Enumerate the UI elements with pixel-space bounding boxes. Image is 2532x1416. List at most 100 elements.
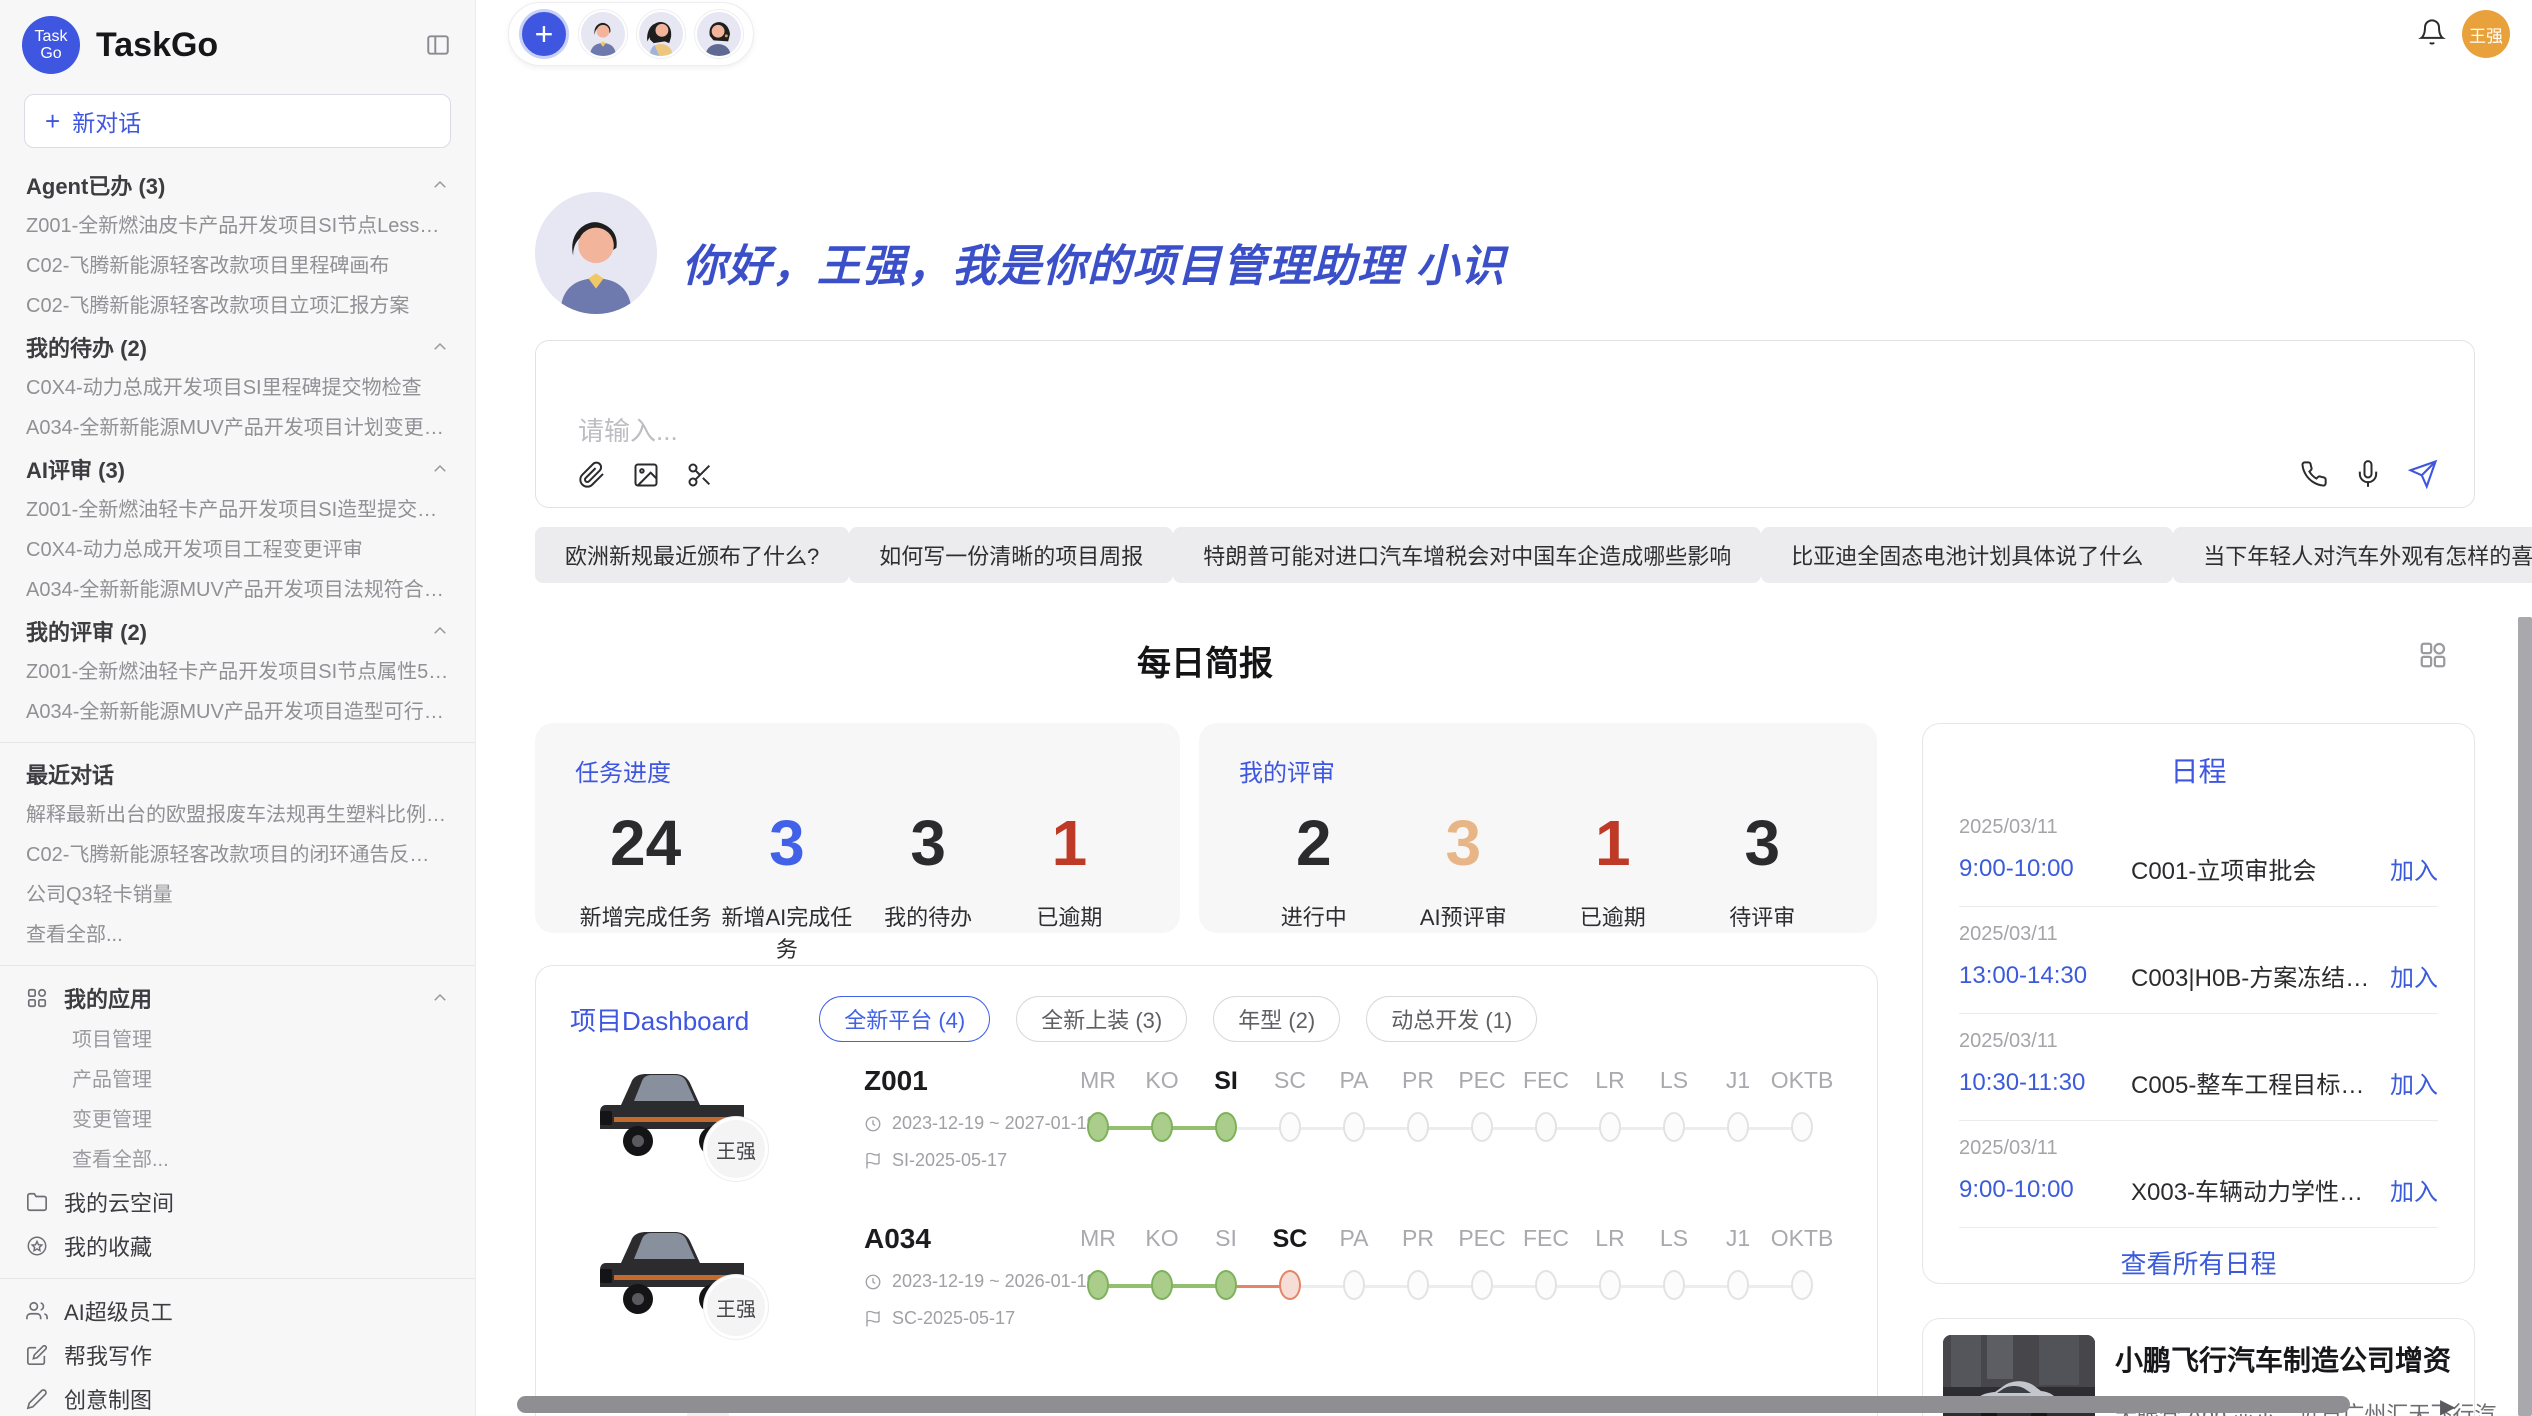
section-header-recent: 最近对话 <box>0 753 475 795</box>
view-all-link[interactable]: 查看全部... <box>0 1140 475 1180</box>
stat: 1 已逾期 <box>999 806 1140 964</box>
section-title: Agent已办 (3) <box>26 169 165 201</box>
section-title: 我的待办 (2) <box>26 331 147 363</box>
sidebar-subitem-product-mgmt[interactable]: 产品管理 <box>0 1060 475 1100</box>
section-header-agent-done[interactable]: Agent已办 (3) <box>0 164 475 206</box>
team-avatars-bar: + <box>508 2 754 66</box>
divider <box>0 742 475 743</box>
stat-value: 3 <box>1389 806 1539 880</box>
schedule-date: 2025/03/11 <box>1959 1137 2438 1160</box>
user-avatar[interactable]: 王强 <box>2462 10 2510 58</box>
section-header-my-review[interactable]: 我的评审 (2) <box>0 610 475 652</box>
scroll-right-arrow[interactable]: ▶ <box>2440 1394 2455 1416</box>
send-icon[interactable] <box>2408 459 2438 489</box>
new-chat-button[interactable]: + 新对话 <box>24 94 451 148</box>
list-item[interactable]: Z001-全新燃油轻卡产品开发项目SI节点属性5D文件评审 <box>0 652 475 692</box>
list-item[interactable]: A034-全新新能源MUV产品开发项目造型可行性评审 <box>0 692 475 732</box>
milestone-label: LS <box>1642 1225 1706 1254</box>
card-title: 任务进度 <box>575 753 1140 788</box>
milestone-dot <box>1791 1270 1813 1300</box>
view-all-link[interactable]: 查看全部... <box>0 915 475 955</box>
section-title: AI评审 (3) <box>26 453 125 485</box>
sidebar-subitem-project-mgmt[interactable]: 项目管理 <box>0 1020 475 1060</box>
milestone-label: LS <box>1642 1067 1706 1096</box>
list-item[interactable]: C02-飞腾新能源轻客改款项目里程碑画布 <box>0 246 475 286</box>
filter-pill[interactable]: 全新平台 (4) <box>819 996 990 1042</box>
filter-pill[interactable]: 年型 (2) <box>1213 996 1340 1042</box>
sidebar-item-label: 我的应用 <box>64 982 152 1014</box>
sidebar-collapse-icon[interactable] <box>425 32 451 58</box>
milestone-dot-overdue <box>1279 1270 1301 1300</box>
suggestion-chip[interactable]: 比亚迪全固态电池计划具体说了什么 <box>1761 527 2173 583</box>
filter-pill[interactable]: 动总开发 (1) <box>1366 996 1537 1042</box>
microphone-icon[interactable] <box>2354 460 2382 488</box>
list-item[interactable]: A034-全新新能源MUV产品开发项目计划变更表编写 <box>0 408 475 448</box>
list-item[interactable]: Z001-全新燃油轻卡产品开发项目SI造型提交物评审 <box>0 490 475 530</box>
vertical-scrollbar[interactable] <box>2518 617 2532 1416</box>
input-placeholder: 请输入... <box>578 411 678 448</box>
milestone-timeline: MR KO SI SC PA PR PEC FEC LR LS J1 OKTB <box>1066 1067 1834 1146</box>
horizontal-scrollbar[interactable] <box>517 1396 2350 1413</box>
section-header-ai-review[interactable]: AI评审 (3) <box>0 448 475 490</box>
notification-bell-icon[interactable] <box>2418 18 2446 46</box>
list-item[interactable]: A034-全新新能源MUV产品开发项目法规符合性评审 <box>0 570 475 610</box>
join-link[interactable]: 加入 <box>2390 1065 2438 1100</box>
milestone-label: MR <box>1066 1067 1130 1096</box>
attachment-icon[interactable] <box>578 461 606 489</box>
join-link[interactable]: 加入 <box>2390 1172 2438 1207</box>
sidebar-item-cloud-space[interactable]: 我的云空间 <box>0 1180 475 1224</box>
suggestion-chip[interactable]: 欧洲新规最近颁布了什么? <box>535 527 849 583</box>
join-link[interactable]: 加入 <box>2390 851 2438 886</box>
stat: 3 AI预评审 <box>1389 806 1539 932</box>
list-item[interactable]: 解释最新出台的欧盟报废车法规再生塑料比例被调至15%... <box>0 795 475 835</box>
sidebar-item-my-apps[interactable]: 我的应用 <box>0 976 475 1020</box>
milestone-label: OKTB <box>1770 1225 1834 1254</box>
sidebar-item-favorites[interactable]: 我的收藏 <box>0 1224 475 1268</box>
suggestion-chip[interactable]: 特朗普可能对进口汽车增税会对中国车企造成哪些影响 <box>1173 527 1761 583</box>
app-title: TaskGo <box>96 26 425 65</box>
list-item[interactable]: Z001-全新燃油皮卡产品开发项目SI节点Lesson Learn报告 <box>0 206 475 246</box>
section-header-my-todo[interactable]: 我的待办 (2) <box>0 326 475 368</box>
schedule-item: 2025/03/11 9:00-10:00 C001-立项审批会 加入 <box>1959 800 2438 907</box>
avatar[interactable] <box>579 10 627 58</box>
owner-name: 王强 <box>716 1135 756 1164</box>
list-item[interactable]: C02-飞腾新能源轻客改款项目立项汇报方案 <box>0 286 475 326</box>
list-item[interactable]: C0X4-动力总成开发项目SI里程碑提交物检查 <box>0 368 475 408</box>
task-progress-card: 任务进度 24 新增完成任务 3 新增AI完成任务 3 我的待办 1 已逾期 <box>535 723 1180 933</box>
schedule-event-title: C001-立项审批会 <box>2131 851 2376 886</box>
owner-badge: 王强 <box>704 1117 768 1181</box>
project-row[interactable]: 王强 Z001 2023-12-19 ~ 2027-01-19 SI-2025-… <box>576 1061 1837 1211</box>
avatar[interactable] <box>695 10 743 58</box>
join-link[interactable]: 加入 <box>2390 958 2438 993</box>
filter-pill[interactable]: 全新上装 (3) <box>1016 996 1187 1042</box>
suggestion-chip[interactable]: 当下年轻人对汽车外观有怎样的喜好趋势 <box>2173 527 2532 583</box>
milestone-label: LR <box>1578 1067 1642 1096</box>
phone-icon[interactable] <box>2300 460 2328 488</box>
scissors-icon[interactable] <box>686 461 714 489</box>
project-row[interactable]: 王强 A034 2023-12-19 ~ 2026-01-19 SC-2025-… <box>576 1219 1837 1369</box>
stat-value: 1 <box>1538 806 1688 880</box>
sidebar-item-help-me-write[interactable]: 帮我写作 <box>0 1333 475 1377</box>
stat-value: 1 <box>999 806 1140 880</box>
list-item[interactable]: 公司Q3轻卡销量 <box>0 875 475 915</box>
layout-grid-icon[interactable] <box>2418 640 2448 670</box>
section-title: 最近对话 <box>26 758 114 790</box>
chat-input-box[interactable]: 请输入... <box>535 340 2475 508</box>
list-item[interactable]: C0X4-动力总成开发项目工程变更评审 <box>0 530 475 570</box>
suggestion-chip[interactable]: 如何写一份清晰的项目周报 <box>849 527 1173 583</box>
milestone-dot <box>1727 1112 1749 1142</box>
stat-label: AI预评审 <box>1389 900 1539 932</box>
view-all-schedule-link[interactable]: 查看所有日程 <box>1959 1244 2438 1281</box>
sidebar-item-creative-drawing[interactable]: 创意制图 <box>0 1377 475 1416</box>
avatar[interactable] <box>637 10 685 58</box>
stat-value: 3 <box>1688 806 1838 880</box>
list-item[interactable]: C02-飞腾新能源轻客改款项目的闭环通告反馈情况 <box>0 835 475 875</box>
sidebar-item-ai-super-staff[interactable]: AI超级员工 <box>0 1289 475 1333</box>
image-icon[interactable] <box>632 461 660 489</box>
stat-label: 新增完成任务 <box>575 900 716 932</box>
project-dashboard-card: 项目Dashboard 全新平台 (4) 全新上装 (3) 年型 (2) 动总开… <box>535 965 1878 1416</box>
add-member-button[interactable]: + <box>519 9 569 59</box>
milestone-label: PEC <box>1450 1067 1514 1096</box>
stat-value: 3 <box>716 806 857 880</box>
sidebar-subitem-change-mgmt[interactable]: 变更管理 <box>0 1100 475 1140</box>
